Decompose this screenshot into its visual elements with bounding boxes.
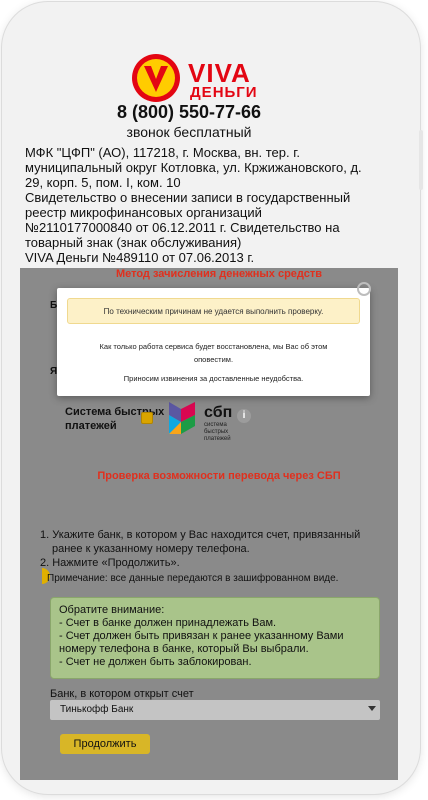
attention-line: номеру телефона в банке, который Вы выбр…: [59, 643, 309, 655]
sbp-logo-icon: [169, 402, 195, 434]
company-info: МФК "ЦФП" (АО), 117218, г. Москва, вн. т…: [25, 145, 365, 265]
error-modal: По техническим причинам не удается выпол…: [57, 288, 370, 396]
sbp-logo-subtext: система быстрых платежей: [204, 422, 231, 442]
instruction-line: 1. Укажите банк, в котором у Вас находит…: [40, 529, 361, 541]
company-line: 29, корп. 5, пом. I, ком. 10: [25, 175, 181, 190]
support-phone-note: звонок бесплатный: [126, 124, 252, 140]
attention-line: - Счет в банке должен принадлежать Вам.: [59, 617, 277, 629]
attention-line: Обратите внимание:: [59, 604, 165, 616]
company-line: Свидетельство о внесении записи в госуда…: [25, 190, 351, 205]
company-line: №2110177000840 от 06.12.2011 г. Свидетел…: [25, 220, 340, 235]
bank-select[interactable]: Тинькофф Банк: [50, 700, 380, 720]
viva-logo-icon: [132, 54, 180, 102]
attention-box: Обратите внимание: - Счет в банке должен…: [50, 597, 380, 679]
sbp-check-title: Проверка возможности перевода через СБП: [97, 470, 341, 482]
error-alert: По техническим причинам не удается выпол…: [67, 298, 360, 324]
encryption-note: Примечание: все данные передаются в заши…: [47, 573, 339, 584]
instruction-line: 2. Нажмите «Продолжить».: [40, 557, 180, 569]
support-phone[interactable]: 8 (800) 550-77-66: [0, 102, 378, 123]
method-title: Метод зачисления денежных средств: [115, 268, 323, 280]
company-line: МФК "ЦФП" (АО), 117218, г. Москва, вн. т…: [25, 145, 301, 160]
company-line: муниципальный округ Котловка, ул. Кржижа…: [25, 160, 362, 175]
chevron-down-icon[interactable]: [368, 706, 376, 711]
brand-subname: ДЕНЬГИ: [190, 84, 258, 101]
info-icon[interactable]: i: [237, 409, 251, 423]
phone-notch: [110, 18, 308, 48]
company-line: реестр микрофинансовых организаций: [25, 205, 262, 220]
company-line: товарный знак (знак обслуживания): [25, 235, 242, 250]
modal-message: Как только работа сервиса будет восстано…: [99, 342, 328, 383]
sbp-checkbox[interactable]: [141, 412, 153, 424]
modal-close-icon[interactable]: [357, 282, 371, 296]
company-line: VIVA Деньги №489110 от 07.06.2013 г.: [25, 250, 255, 265]
sbp-logo-text: сбп: [204, 404, 233, 421]
attention-line: - Счет должен быть привязан к ранее указ…: [59, 630, 344, 642]
bank-select-label: Банк, в котором открыт счет: [50, 688, 194, 700]
viva-logo: VIVA ДЕНЬГИ: [130, 50, 300, 106]
attention-line: - Счет не должен быть заблокирован.: [59, 656, 252, 668]
instructions: 1. Укажите банк, в котором у Вас находит…: [40, 528, 370, 570]
continue-button[interactable]: Продолжить: [60, 734, 150, 754]
phone-side-button: [419, 130, 423, 190]
instruction-line: ранее к указанному номеру телефона.: [52, 543, 250, 555]
